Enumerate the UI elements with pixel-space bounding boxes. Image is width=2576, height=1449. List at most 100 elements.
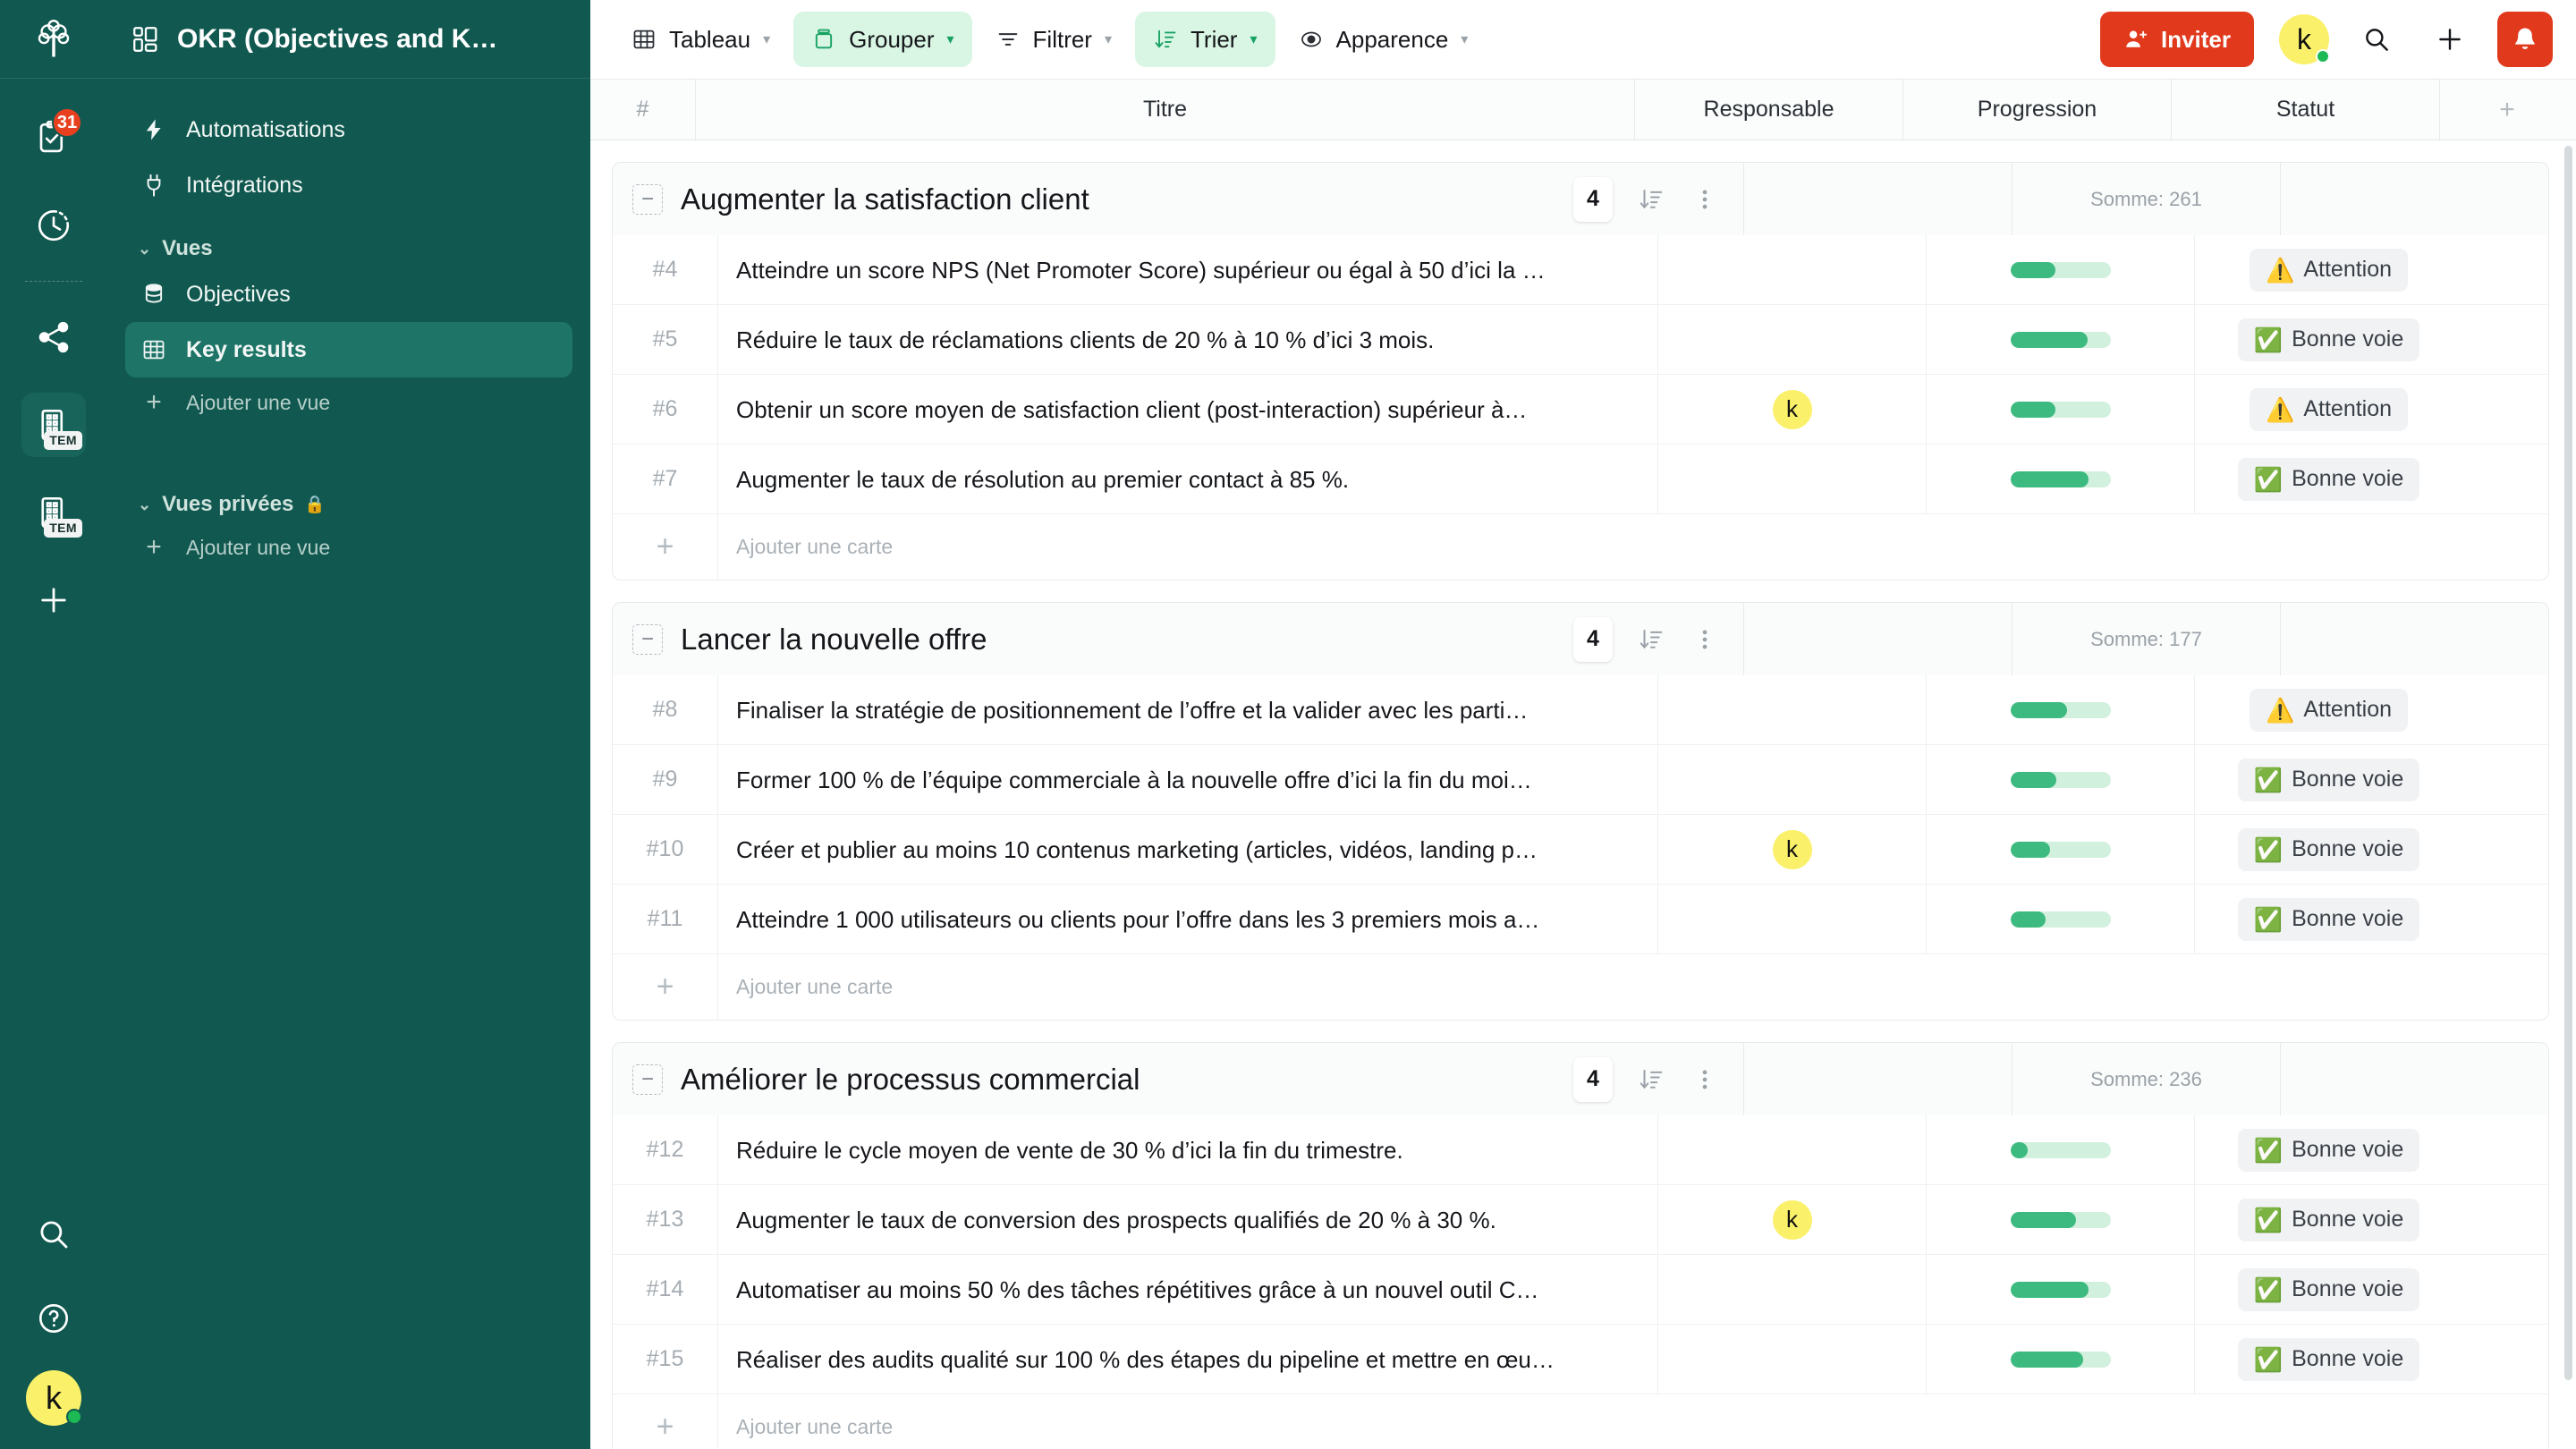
row-progression[interactable]: [1926, 1185, 2194, 1254]
status-badge[interactable]: ⚠️ Attention: [2249, 688, 2409, 732]
sidebar-item-objectives[interactable]: Objectives: [125, 267, 572, 322]
status-badge[interactable]: ✅ Bonne voie: [2237, 1267, 2420, 1311]
group-menu-icon[interactable]: [1690, 184, 1720, 215]
column-header-num[interactable]: #: [590, 80, 696, 140]
group-menu-icon[interactable]: [1690, 1064, 1720, 1095]
table-row[interactable]: #12 Réduire le cycle moyen de vente de 3…: [612, 1115, 2549, 1185]
row-statut[interactable]: ✅ Bonne voie: [2194, 305, 2462, 374]
rail-item-workspace-1[interactable]: TEM: [21, 393, 86, 457]
app-logo[interactable]: [0, 0, 107, 79]
status-badge[interactable]: ✅ Bonne voie: [2237, 318, 2420, 361]
group-menu-icon[interactable]: [1690, 624, 1720, 655]
collapse-group-button[interactable]: −: [632, 1063, 663, 1095]
column-header-titre[interactable]: Titre: [696, 80, 1635, 140]
groups-scroll-area[interactable]: − Augmenter la satisfaction client 4 Som…: [590, 140, 2576, 1449]
avatar[interactable]: k: [1772, 1199, 1812, 1240]
add-card-label[interactable]: Ajouter une carte: [718, 514, 2548, 580]
row-title[interactable]: Créer et publier au moins 10 contenus ma…: [718, 815, 1657, 884]
toolbar-notifications-button[interactable]: [2497, 12, 2553, 67]
row-statut[interactable]: ✅ Bonne voie: [2194, 1185, 2462, 1254]
group-title[interactable]: Lancer la nouvelle offre: [681, 623, 987, 657]
row-progression[interactable]: [1926, 445, 2194, 513]
add-card-row[interactable]: + Ajouter une carte: [612, 514, 2549, 580]
rail-item-search[interactable]: [21, 1202, 86, 1267]
table-row[interactable]: #8 Finaliser la stratégie de positionnem…: [612, 675, 2549, 745]
row-title[interactable]: Finaliser la stratégie de positionnement…: [718, 675, 1657, 744]
row-title[interactable]: Atteindre un score NPS (Net Promoter Sco…: [718, 235, 1657, 304]
table-row[interactable]: #4 Atteindre un score NPS (Net Promoter …: [612, 235, 2549, 305]
row-statut[interactable]: ⚠️ Attention: [2194, 675, 2462, 744]
row-progression[interactable]: [1926, 375, 2194, 444]
toolbar-add-button[interactable]: [2424, 13, 2476, 65]
table-row[interactable]: #15 Réaliser des audits qualité sur 100 …: [612, 1325, 2549, 1394]
invite-button[interactable]: Inviter: [2099, 12, 2254, 67]
rail-item-share[interactable]: [21, 305, 86, 369]
row-responsable[interactable]: k: [1657, 815, 1926, 884]
row-progression[interactable]: [1926, 675, 2194, 744]
status-badge[interactable]: ✅ Bonne voie: [2237, 1128, 2420, 1172]
row-title[interactable]: Réduire le cycle moyen de vente de 30 % …: [718, 1115, 1657, 1184]
row-responsable[interactable]: k: [1657, 375, 1926, 444]
add-card-label[interactable]: Ajouter une carte: [718, 1394, 2548, 1449]
row-progression[interactable]: [1926, 235, 2194, 304]
row-statut[interactable]: ✅ Bonne voie: [2194, 1115, 2462, 1184]
rail-item-time[interactable]: [21, 193, 86, 258]
row-progression[interactable]: [1926, 815, 2194, 884]
toolbar-button-grouper[interactable]: Grouper ▾: [793, 12, 972, 67]
row-progression[interactable]: [1926, 745, 2194, 814]
toolbar-button-tableau[interactable]: Tableau ▾: [614, 12, 788, 67]
table-row[interactable]: #10 Créer et publier au moins 10 contenu…: [612, 815, 2549, 885]
row-statut[interactable]: ✅ Bonne voie: [2194, 1255, 2462, 1324]
column-header-responsable[interactable]: Responsable: [1635, 80, 1903, 140]
table-row[interactable]: #11 Atteindre 1 000 utilisateurs ou clie…: [612, 885, 2549, 954]
table-row[interactable]: #9 Former 100 % de l’équipe commerciale …: [612, 745, 2549, 815]
add-private-view-button[interactable]: + Ajouter une vue: [125, 522, 572, 572]
row-title[interactable]: Réaliser des audits qualité sur 100 % de…: [718, 1325, 1657, 1394]
table-row[interactable]: #7 Augmenter le taux de résolution au pr…: [612, 445, 2549, 514]
collapse-group-button[interactable]: −: [632, 183, 663, 215]
sidebar-section-vues-privees[interactable]: ⌄ Vues privées 🔒: [138, 492, 572, 517]
row-responsable[interactable]: [1657, 1325, 1926, 1394]
group-sort-icon[interactable]: [1636, 184, 1666, 215]
row-statut[interactable]: ✅ Bonne voie: [2194, 445, 2462, 513]
row-responsable[interactable]: [1657, 1255, 1926, 1324]
avatar[interactable]: k: [1772, 389, 1812, 429]
row-title[interactable]: Former 100 % de l’équipe commerciale à l…: [718, 745, 1657, 814]
row-title[interactable]: Automatiser au moins 50 % des tâches rép…: [718, 1255, 1657, 1324]
group-sort-icon[interactable]: [1636, 1064, 1666, 1095]
add-card-row[interactable]: + Ajouter une carte: [612, 1394, 2549, 1449]
row-responsable[interactable]: k: [1657, 1185, 1926, 1254]
row-progression[interactable]: [1926, 1255, 2194, 1324]
table-row[interactable]: #5 Réduire le taux de réclamations clien…: [612, 305, 2549, 375]
row-progression[interactable]: [1926, 305, 2194, 374]
status-badge[interactable]: ⚠️ Attention: [2249, 387, 2409, 431]
toolbar-button-trier[interactable]: Trier ▾: [1135, 12, 1275, 67]
row-responsable[interactable]: [1657, 305, 1926, 374]
row-title[interactable]: Augmenter le taux de conversion des pros…: [718, 1185, 1657, 1254]
row-statut[interactable]: ✅ Bonne voie: [2194, 745, 2462, 814]
group-title[interactable]: Améliorer le processus commercial: [681, 1063, 1140, 1097]
row-responsable[interactable]: [1657, 1115, 1926, 1184]
row-responsable[interactable]: [1657, 885, 1926, 953]
row-statut[interactable]: ✅ Bonne voie: [2194, 1325, 2462, 1394]
status-badge[interactable]: ✅ Bonne voie: [2237, 897, 2420, 941]
table-row[interactable]: #14 Automatiser au moins 50 % des tâches…: [612, 1255, 2549, 1325]
row-responsable[interactable]: [1657, 445, 1926, 513]
rail-item-add-workspace[interactable]: [21, 568, 86, 632]
rail-item-help[interactable]: [21, 1286, 86, 1351]
row-progression[interactable]: [1926, 1325, 2194, 1394]
toolbar-button-filtrer[interactable]: Filtrer ▾: [978, 12, 1130, 67]
row-statut[interactable]: ✅ Bonne voie: [2194, 815, 2462, 884]
row-title[interactable]: Réduire le taux de réclamations clients …: [718, 305, 1657, 374]
avatar[interactable]: k: [1772, 829, 1812, 869]
toolbar-button-apparence[interactable]: Apparence ▾: [1281, 12, 1487, 67]
add-card-row[interactable]: + Ajouter une carte: [612, 954, 2549, 1021]
sidebar-section-vues[interactable]: ⌄ Vues: [138, 236, 572, 261]
table-row[interactable]: #6 Obtenir un score moyen de satisfactio…: [612, 375, 2549, 445]
table-row[interactable]: #13 Augmenter le taux de conversion des …: [612, 1185, 2549, 1255]
row-progression[interactable]: [1926, 1115, 2194, 1184]
plus-icon[interactable]: +: [613, 1394, 718, 1449]
sidebar-item-integrations[interactable]: Intégrations: [125, 157, 572, 213]
status-badge[interactable]: ⚠️ Attention: [2249, 248, 2409, 292]
row-responsable[interactable]: [1657, 235, 1926, 304]
